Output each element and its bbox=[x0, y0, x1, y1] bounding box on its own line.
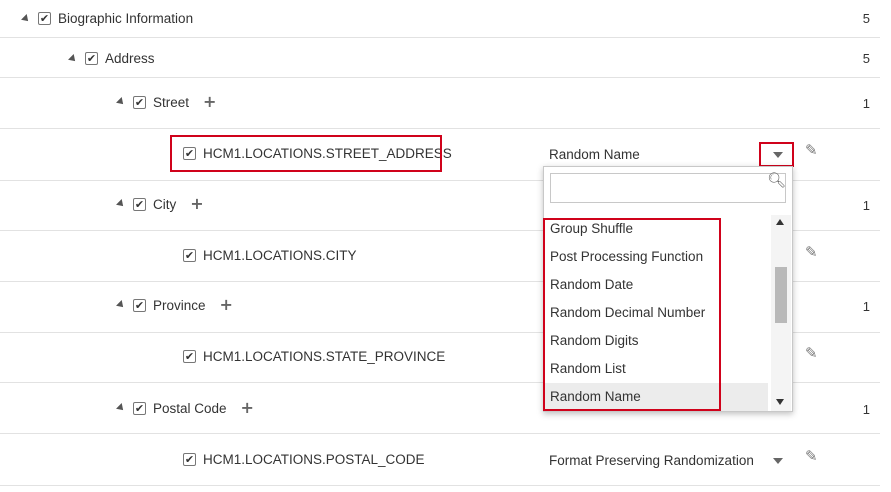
dropdown-option[interactable]: Post Processing Function bbox=[544, 243, 768, 271]
dropdown-search-input[interactable] bbox=[550, 173, 786, 203]
tree-row-address: ✔ Address 5 bbox=[0, 38, 880, 78]
postal-masking-format-select[interactable]: Format Preserving Randomization bbox=[549, 453, 754, 468]
postal-label: Postal Code bbox=[153, 400, 227, 416]
search-icon[interactable]: 🔍︎ bbox=[767, 171, 786, 189]
collapse-icon[interactable] bbox=[116, 403, 126, 413]
biographic-label: Biographic Information bbox=[58, 11, 194, 26]
scrollbar-thumb[interactable] bbox=[775, 267, 787, 323]
province-column-label: HCM1.LOCATIONS.STATE_PROVINCE bbox=[203, 349, 446, 364]
plus-icon[interactable]: + bbox=[220, 297, 233, 313]
city-column-label: HCM1.LOCATIONS.CITY bbox=[203, 248, 357, 263]
dropdown-option-selected[interactable]: Random Name bbox=[544, 383, 768, 411]
tree-row-postal-column: ✔ HCM1.LOCATIONS.POSTAL_CODE Format Pres… bbox=[0, 434, 880, 486]
collapse-icon[interactable] bbox=[116, 300, 126, 310]
city-label: City bbox=[153, 196, 177, 212]
street-checkbox[interactable]: ✔ bbox=[133, 95, 146, 109]
biographic-count: 5 bbox=[862, 11, 870, 26]
pencil-icon[interactable]: ✎ bbox=[805, 346, 818, 361]
masking-format-select[interactable]: Random Name bbox=[549, 147, 640, 162]
scroll-down-icon[interactable] bbox=[776, 399, 784, 405]
chevron-down-icon[interactable] bbox=[773, 152, 783, 158]
address-checkbox[interactable]: ✔ bbox=[85, 52, 98, 65]
province-count: 1 bbox=[862, 299, 870, 314]
dropdown-option-list: Group Shuffle Post Processing Function R… bbox=[544, 215, 768, 411]
postal-checkbox[interactable]: ✔ bbox=[133, 401, 146, 415]
city-count: 1 bbox=[862, 198, 870, 213]
collapse-icon[interactable] bbox=[68, 53, 78, 64]
biographic-checkbox[interactable]: ✔ bbox=[38, 12, 51, 25]
plus-icon[interactable]: + bbox=[241, 400, 254, 416]
collapse-icon[interactable] bbox=[116, 199, 126, 209]
postal-count: 1 bbox=[862, 402, 870, 417]
tree-row-biographic: ✔ Biographic Information 5 bbox=[0, 0, 880, 38]
tree-row-street: ✔ Street + 1 bbox=[0, 78, 880, 129]
street-column-label: HCM1.LOCATIONS.STREET_ADDRESS bbox=[203, 146, 452, 161]
city-column-checkbox[interactable]: ✔ bbox=[183, 249, 196, 262]
dropdown-option[interactable]: Random Digits bbox=[544, 327, 768, 355]
postal-column-checkbox[interactable]: ✔ bbox=[183, 453, 196, 466]
address-label: Address bbox=[105, 51, 155, 66]
plus-icon[interactable]: + bbox=[190, 196, 203, 212]
postal-column-label: HCM1.LOCATIONS.POSTAL_CODE bbox=[203, 452, 425, 467]
address-count: 5 bbox=[862, 51, 870, 66]
province-column-checkbox[interactable]: ✔ bbox=[183, 350, 196, 363]
collapse-icon[interactable] bbox=[116, 97, 126, 107]
chevron-down-icon[interactable] bbox=[773, 458, 783, 464]
plus-icon[interactable]: + bbox=[203, 94, 216, 110]
dropdown-scrollbar[interactable] bbox=[771, 215, 791, 411]
pencil-icon[interactable]: ✎ bbox=[805, 245, 818, 260]
pencil-icon[interactable]: ✎ bbox=[805, 449, 818, 464]
dropdown-option[interactable]: Random Decimal Number bbox=[544, 299, 768, 327]
province-checkbox[interactable]: ✔ bbox=[133, 298, 146, 312]
scroll-up-icon[interactable] bbox=[776, 219, 784, 225]
street-column-checkbox[interactable]: ✔ bbox=[183, 147, 196, 160]
pencil-icon[interactable]: ✎ bbox=[805, 143, 818, 158]
street-label: Street bbox=[153, 94, 190, 110]
street-count: 1 bbox=[862, 96, 870, 111]
dropdown-option[interactable]: Random List bbox=[544, 355, 768, 383]
province-label: Province bbox=[153, 297, 206, 313]
city-checkbox[interactable]: ✔ bbox=[133, 197, 146, 211]
collapse-icon[interactable] bbox=[21, 13, 31, 24]
masking-format-dropdown: 🔍︎ Group Shuffle Post Processing Functio… bbox=[543, 166, 793, 412]
dropdown-option[interactable]: Random Date bbox=[544, 271, 768, 299]
dropdown-option[interactable]: Group Shuffle bbox=[544, 215, 768, 243]
